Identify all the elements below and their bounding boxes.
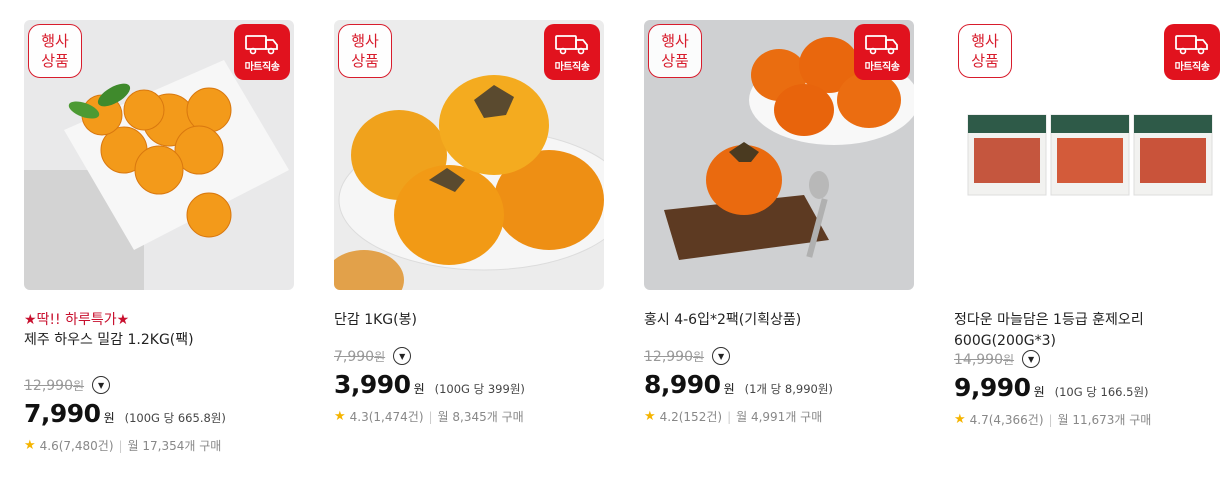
original-price: 12,990원 — [644, 348, 705, 365]
divider: | — [1048, 412, 1053, 427]
chevron-down-icon[interactable]: ▼ — [92, 376, 111, 394]
original-price-row: 12,990원 ▼ — [24, 375, 294, 395]
rating-row: ★ 4.7(4,366건) | 월 11,673개 구매 — [954, 411, 1224, 428]
divider: | — [118, 438, 123, 453]
star-icon: ★ — [644, 409, 656, 424]
product-grid: 행사 상품 마트직송 ★딱!! 하루특가★ 제주 하우스 밀감 1.2KG(팩)… — [0, 0, 1230, 485]
monthly-purchases: 월 4,991개 구매 — [736, 410, 823, 424]
rating: 4.7(4,366건) — [969, 413, 1044, 427]
sale-price: 8,990 — [644, 370, 721, 399]
product-title[interactable]: 제주 하우스 밀감 1.2KG(팩) — [24, 330, 294, 351]
product-image[interactable]: 행사 상품 마트직송 — [24, 20, 294, 290]
price-row: 7,990 원 (100G 당 665.8원) — [24, 399, 294, 428]
monthly-purchases: 월 11,673개 구매 — [1057, 413, 1152, 427]
monthly-purchases: 월 8,345개 구매 — [437, 410, 524, 424]
mart-badge-label: 마트직송 — [1174, 61, 1210, 73]
unit-price: (100G 당 399원) — [434, 382, 525, 396]
rating: 4.3(1,474건) — [349, 410, 424, 424]
event-badge-line1: 행사 — [971, 32, 999, 50]
original-price-row: 14,990원 ▼ — [954, 349, 1224, 369]
product-card[interactable]: 행사 상품 마트직송 홍시 4-6입*2팩(기획상품) 12,990원 ▼ 8,… — [644, 20, 914, 425]
sale-price: 3,990 — [334, 370, 411, 399]
truck-icon — [865, 34, 898, 54]
event-badge-line1: 행사 — [351, 32, 379, 50]
price-row: 3,990 원 (100G 당 399원) — [334, 370, 604, 399]
product-title[interactable]: 홍시 4-6입*2팩(기획상품) — [644, 310, 914, 331]
chevron-down-icon[interactable]: ▼ — [393, 347, 412, 365]
product-card[interactable]: 행사 상품 마트직송 단감 1KG(봉) 7,990원 ▼ 3,990 원 (1… — [334, 20, 604, 425]
price-currency: 원 — [1033, 385, 1045, 399]
event-badge-line2: 상품 — [41, 52, 69, 70]
product-image[interactable]: 행사 상품 마트직송 — [954, 20, 1224, 290]
original-price: 12,990원 — [24, 377, 85, 394]
rating-row: ★ 4.6(7,480건) | 월 17,354개 구매 — [24, 437, 294, 454]
product-card[interactable]: 행사 상품 마트직송 ★딱!! 하루특가★ 제주 하우스 밀감 1.2KG(팩)… — [24, 20, 294, 454]
monthly-purchases: 월 17,354개 구매 — [127, 439, 222, 453]
divider: | — [428, 409, 433, 424]
original-price-row: 7,990원 ▼ — [334, 346, 604, 366]
price-row: 9,990 원 (10G 당 166.5원) — [954, 373, 1224, 402]
mart-badge-label: 마트직송 — [244, 61, 280, 73]
product-card[interactable]: 행사 상품 마트직송 정다운 마늘담은 1등급 훈제오리 600G(200G*3… — [954, 20, 1224, 428]
product-title-line1[interactable]: 정다운 마늘담은 1등급 훈제오리 — [954, 310, 1224, 331]
chevron-down-icon[interactable]: ▼ — [1022, 350, 1041, 368]
star-icon: ★ — [334, 409, 346, 424]
event-product-badge: 행사 상품 — [958, 24, 1012, 78]
original-price-row: 12,990원 ▼ — [644, 346, 914, 366]
promo-label: ★딱!! 하루특가★ — [24, 312, 130, 328]
mart-delivery-badge: 마트직송 — [854, 24, 910, 80]
rating: 4.2(152건) — [659, 410, 723, 424]
rating-row: ★ 4.3(1,474건) | 월 8,345개 구매 — [334, 408, 604, 425]
rating: 4.6(7,480건) — [39, 439, 114, 453]
mart-delivery-badge: 마트직송 — [544, 24, 600, 80]
mart-delivery-badge: 마트직송 — [1164, 24, 1220, 80]
event-badge-line1: 행사 — [661, 32, 689, 50]
divider: | — [727, 409, 732, 424]
chevron-down-icon[interactable]: ▼ — [712, 347, 731, 365]
star-icon: ★ — [24, 438, 36, 453]
rating-row: ★ 4.2(152건) | 월 4,991개 구매 — [644, 408, 914, 425]
mart-delivery-badge: 마트직송 — [234, 24, 290, 80]
unit-price: (100G 당 665.8원) — [124, 411, 226, 425]
price-currency: 원 — [723, 382, 735, 396]
sale-price: 9,990 — [954, 373, 1031, 402]
star-icon: ★ — [954, 412, 966, 427]
original-price: 7,990원 — [334, 348, 386, 365]
event-product-badge: 행사 상품 — [648, 24, 702, 78]
product-image[interactable]: 행사 상품 마트직송 — [644, 20, 914, 290]
truck-icon — [245, 34, 278, 54]
price-row: 8,990 원 (1개 당 8,990원) — [644, 370, 914, 399]
event-badge-line1: 행사 — [41, 32, 69, 50]
original-price: 14,990원 — [954, 351, 1015, 368]
product-image[interactable]: 행사 상품 마트직송 — [334, 20, 604, 290]
event-badge-line2: 상품 — [351, 52, 379, 70]
truck-icon — [555, 34, 588, 54]
unit-price: (1개 당 8,990원) — [744, 382, 833, 396]
price-currency: 원 — [103, 411, 115, 425]
event-product-badge: 행사 상품 — [338, 24, 392, 78]
event-badge-line2: 상품 — [661, 52, 689, 70]
sale-price: 7,990 — [24, 399, 101, 428]
mart-badge-label: 마트직송 — [554, 61, 590, 73]
unit-price: (10G 당 166.5원) — [1054, 385, 1149, 399]
event-badge-line2: 상품 — [971, 52, 999, 70]
mart-badge-label: 마트직송 — [864, 61, 900, 73]
event-product-badge: 행사 상품 — [28, 24, 82, 78]
price-currency: 원 — [413, 382, 425, 396]
product-title[interactable]: 단감 1KG(봉) — [334, 310, 604, 331]
truck-icon — [1175, 34, 1208, 54]
